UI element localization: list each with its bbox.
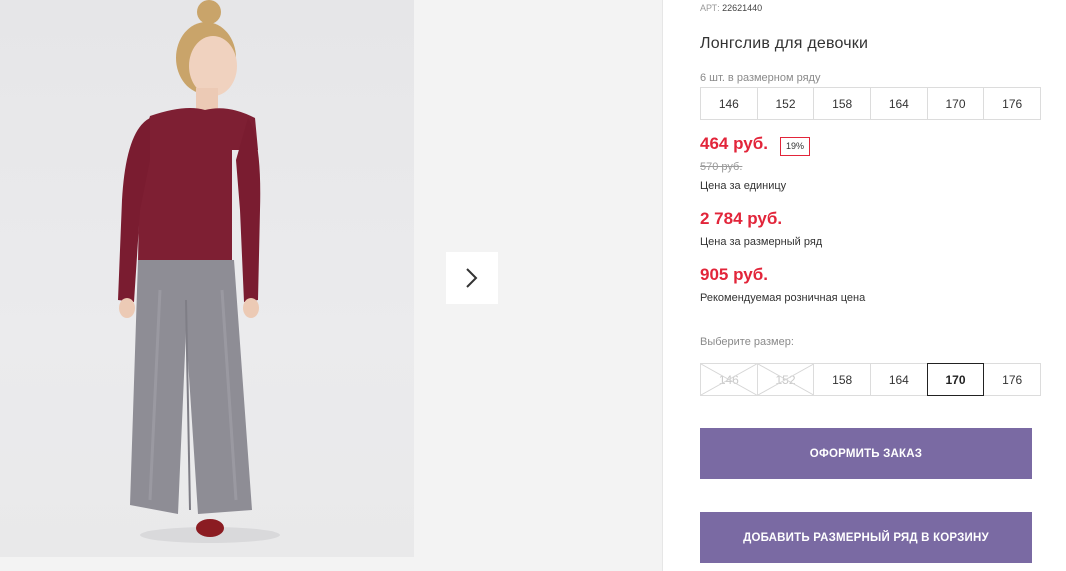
size-row-cell: 146 (700, 87, 758, 120)
checkout-button[interactable]: ОФОРМИТЬ ЗАКАЗ (700, 428, 1032, 479)
size-picker: 146 152 158 164 170 176 (700, 363, 1042, 396)
add-size-row-to-cart-button[interactable]: ДОБАВИТЬ РАЗМЕРНЫЙ РЯД В КОРЗИНУ (700, 512, 1032, 563)
retail-price-label: Рекомендуемая розничная цена (700, 292, 866, 304)
size-row-cell: 170 (926, 87, 985, 120)
product-sku: АРТ: 22621440 (700, 3, 762, 13)
retail-price: 905 руб. (700, 265, 768, 284)
sku-label: АРТ: (700, 3, 720, 13)
size-option[interactable]: 164 (870, 363, 928, 396)
product-title: Лонгслив для девочки (700, 35, 869, 52)
size-row-cell: 158 (813, 87, 872, 120)
size-option-disabled: 152 (756, 363, 815, 396)
size-row-cell: 176 (983, 87, 1042, 120)
chevron-right-icon (466, 268, 478, 288)
size-option-selected[interactable]: 170 (926, 363, 985, 396)
sku-value: 22621440 (722, 3, 763, 13)
row-price-label: Цена за размерный ряд (700, 236, 823, 248)
gallery-next-button[interactable] (446, 252, 498, 304)
size-row-caption: 6 шт. в размерном ряду (700, 72, 821, 84)
gallery-divider (662, 0, 663, 571)
size-option[interactable]: 158 (813, 363, 872, 396)
product-photo (0, 0, 414, 557)
size-picker-caption: Выберите размер: (700, 336, 794, 348)
discount-badge: 19% (780, 137, 811, 156)
old-price: 570 руб. (700, 161, 743, 173)
size-row-cell: 152 (756, 87, 815, 120)
size-option[interactable]: 176 (983, 363, 1042, 396)
size-row-table: 146 152 158 164 170 176 (700, 87, 1042, 120)
unit-price: 464 руб. (700, 134, 768, 153)
unavailable-cross-icon (757, 364, 814, 395)
size-row-cell: 164 (870, 87, 928, 120)
product-gallery (0, 0, 663, 571)
unit-price-label: Цена за единицу (700, 180, 787, 192)
product-photo-illustration (118, 0, 280, 543)
unavailable-cross-icon (701, 364, 757, 395)
row-price: 2 784 руб. (700, 209, 783, 228)
size-option-disabled: 146 (700, 363, 758, 396)
